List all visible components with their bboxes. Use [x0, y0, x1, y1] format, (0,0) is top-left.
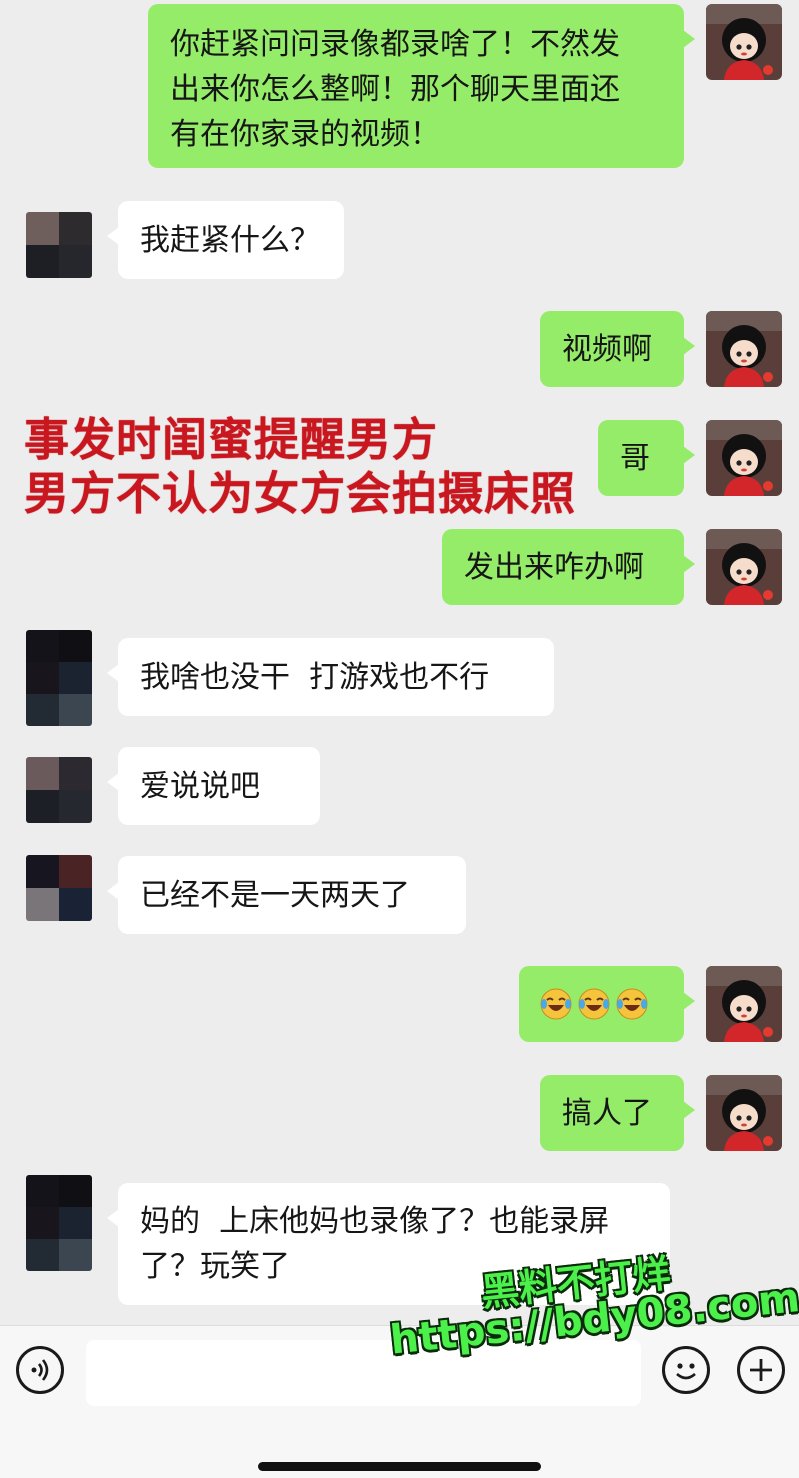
message-text: 已经不是一天两天了: [140, 877, 410, 913]
girl-avatar-icon: [706, 4, 782, 80]
message-text: 视频啊: [562, 331, 652, 367]
message-bubble-sent[interactable]: 视频啊: [540, 311, 695, 387]
message-bubble-sent[interactable]: 发出来咋办啊: [442, 529, 695, 605]
contact-avatar[interactable]: [26, 212, 92, 278]
message-input[interactable]: [86, 1340, 641, 1406]
contact-avatar[interactable]: [26, 630, 92, 726]
laugh-cry-emoji: [616, 988, 648, 1020]
overlay-caption-line1: 事发时闺蜜提醒男方: [24, 413, 439, 466]
message-bubble-received[interactable]: 爱说说吧: [107, 747, 320, 825]
my-avatar[interactable]: [706, 529, 782, 605]
voice-icon[interactable]: [16, 1346, 64, 1394]
message-text: 哥: [620, 440, 650, 476]
message-text: 我赶紧什么？: [140, 222, 320, 258]
my-avatar[interactable]: [706, 1075, 782, 1151]
contact-avatar[interactable]: [26, 855, 92, 921]
message-text: 搞人了: [562, 1095, 652, 1131]
message-bubble-received[interactable]: 我啥也没干 打游戏也不行: [107, 638, 554, 716]
smiley-icon[interactable]: [662, 1346, 710, 1394]
laugh-cry-emoji: [540, 988, 572, 1020]
home-indicator: [258, 1462, 541, 1471]
message-bubble-sent[interactable]: 哥: [598, 420, 695, 496]
girl-avatar-icon: [706, 311, 782, 387]
my-avatar[interactable]: [706, 311, 782, 387]
girl-avatar-icon: [706, 1075, 782, 1151]
message-text: 我啥也没干 打游戏也不行: [140, 659, 490, 695]
message-bubble-sent[interactable]: [519, 966, 695, 1042]
my-avatar[interactable]: [706, 420, 782, 496]
plus-icon[interactable]: [737, 1346, 785, 1394]
girl-avatar-icon: [706, 420, 782, 496]
contact-avatar[interactable]: [26, 1175, 92, 1271]
contact-avatar[interactable]: [26, 757, 92, 823]
girl-avatar-icon: [706, 966, 782, 1042]
my-avatar[interactable]: [706, 966, 782, 1042]
overlay-caption-line2: 男方不认为女方会拍摄床照: [24, 467, 577, 520]
message-text: 发出来咋办啊: [464, 549, 644, 585]
my-avatar[interactable]: [706, 4, 782, 80]
message-bubble-received[interactable]: 已经不是一天两天了: [107, 856, 466, 934]
message-text: 爱说说吧: [140, 768, 260, 804]
laugh-cry-emoji: [578, 988, 610, 1020]
girl-avatar-icon: [706, 529, 782, 605]
message-bubble-received[interactable]: 我赶紧什么？: [107, 201, 344, 279]
message-bubble-sent[interactable]: 搞人了: [540, 1075, 695, 1151]
message-text: 你赶紧问问录像都录啥了！不然发 出来你怎么整啊！那个聊天里面还 有在你家录的视频…: [170, 27, 620, 152]
message-bubble-sent[interactable]: 你赶紧问问录像都录啥了！不然发 出来你怎么整啊！那个聊天里面还 有在你家录的视频…: [148, 4, 695, 168]
